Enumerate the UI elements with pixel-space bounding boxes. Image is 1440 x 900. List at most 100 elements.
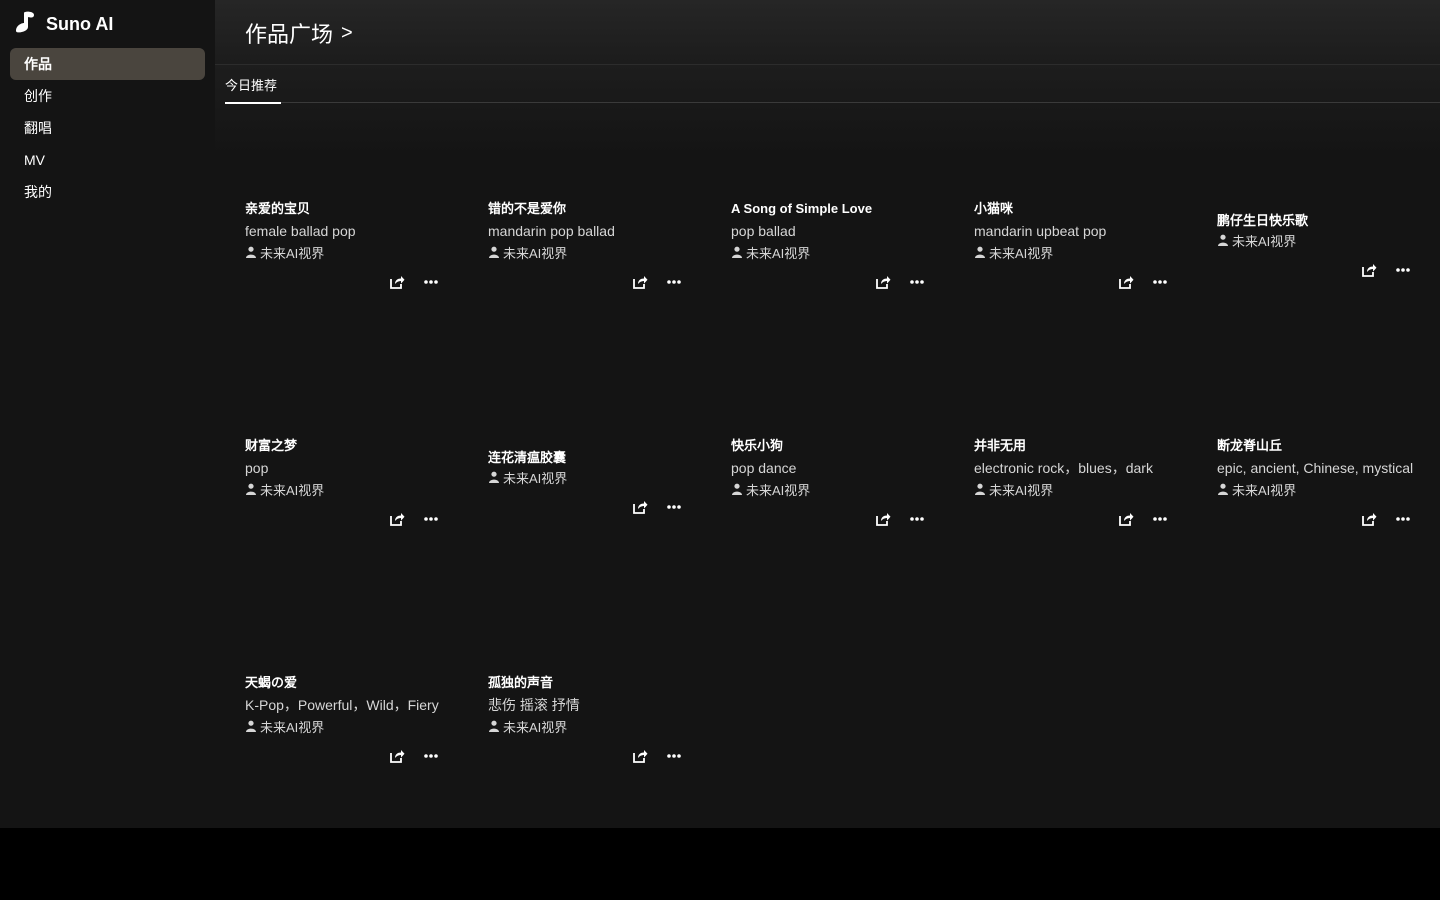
song-author[interactable]: 未来AI视界	[245, 481, 455, 501]
author-name: 未来AI视界	[503, 720, 568, 735]
more-icon[interactable]	[421, 746, 441, 766]
song-card[interactable]: 财富之梦 pop 未来AI视界	[245, 437, 455, 531]
song-title[interactable]: 断龙脊山丘	[1217, 437, 1427, 455]
user-icon	[1217, 232, 1229, 252]
share-icon[interactable]	[387, 272, 407, 292]
card-actions	[488, 497, 698, 519]
more-icon[interactable]	[907, 272, 927, 292]
song-card[interactable]: 亲爱的宝贝 female ballad pop 未来AI视界	[245, 200, 455, 294]
share-icon[interactable]	[387, 509, 407, 529]
song-author[interactable]: 未来AI视界	[488, 718, 698, 738]
suno-logo-icon	[12, 9, 38, 40]
sidebar-item-cover[interactable]: 翻唱	[10, 112, 205, 144]
user-icon	[974, 481, 986, 501]
author-name: 未来AI视界	[989, 483, 1054, 498]
sidebar-item-mine[interactable]: 我的	[10, 176, 205, 208]
user-icon	[245, 244, 257, 264]
song-author[interactable]: 未来AI视界	[245, 718, 455, 738]
sidebar-item-create[interactable]: 创作	[10, 80, 205, 112]
song-card[interactable]: 天蝎の爱 K-Pop，Powerful，Wild，Fiery 未来AI视界	[245, 674, 455, 768]
song-tags: mandarin pop ballad	[488, 223, 615, 239]
song-title[interactable]: 并非无用	[974, 437, 1184, 455]
share-icon[interactable]	[630, 497, 650, 517]
share-icon[interactable]	[387, 746, 407, 766]
song-title[interactable]: 亲爱的宝贝	[245, 200, 455, 218]
song-tags: pop ballad	[731, 223, 796, 239]
song-author[interactable]: 未来AI视界	[731, 481, 941, 501]
song-author[interactable]: 未来AI视界	[1217, 232, 1427, 252]
song-card[interactable]: 连花清瘟胶囊未来AI视界	[488, 449, 698, 519]
song-author[interactable]: 未来AI视界	[245, 244, 455, 264]
share-icon[interactable]	[630, 746, 650, 766]
sidebar-item-works[interactable]: 作品	[10, 48, 205, 80]
song-card[interactable]: 错的不是爱你 mandarin pop ballad 未来AI视界	[488, 200, 698, 294]
author-name: 未来AI视界	[260, 246, 325, 261]
song-tags: pop	[245, 460, 269, 476]
card-actions	[731, 509, 941, 531]
author-name: 未来AI视界	[503, 471, 568, 486]
song-author[interactable]: 未来AI视界	[1217, 481, 1427, 501]
logo[interactable]: Suno AI	[12, 10, 113, 38]
user-icon	[488, 244, 500, 264]
song-author[interactable]: 未来AI视界	[974, 481, 1184, 501]
author-name: 未来AI视界	[746, 483, 811, 498]
share-icon[interactable]	[1116, 272, 1136, 292]
more-icon[interactable]	[421, 509, 441, 529]
song-title[interactable]: 鹏仔生日快乐歌	[1217, 212, 1427, 230]
share-icon[interactable]	[1359, 509, 1379, 529]
song-card[interactable]: 快乐小狗 pop dance 未来AI视界	[731, 437, 941, 531]
share-icon[interactable]	[873, 272, 893, 292]
more-icon[interactable]	[907, 509, 927, 529]
song-tags: mandarin upbeat pop	[974, 223, 1107, 239]
card-actions	[245, 272, 455, 294]
share-icon[interactable]	[1116, 509, 1136, 529]
card-actions	[1217, 509, 1427, 531]
more-icon[interactable]	[1393, 260, 1413, 280]
song-card[interactable]: 并非无用 electronic rock，blues，dark 未来AI视界	[974, 437, 1184, 531]
song-author[interactable]: 未来AI视界	[974, 244, 1184, 264]
user-icon	[974, 244, 986, 264]
song-card[interactable]: 小猫咪 mandarin upbeat pop 未来AI视界	[974, 200, 1184, 294]
share-icon[interactable]	[873, 509, 893, 529]
song-card[interactable]: 鹏仔生日快乐歌 未来AI视界	[1217, 212, 1427, 282]
song-title[interactable]: 天蝎の爱	[245, 674, 455, 692]
more-icon[interactable]	[1150, 509, 1170, 529]
sidebar-item-mv[interactable]: MV	[10, 144, 205, 176]
author-name: 未来AI视界	[989, 246, 1054, 261]
song-title[interactable]: 小猫咪	[974, 200, 1184, 218]
song-title[interactable]: 孤独的声音	[488, 674, 698, 692]
song-title[interactable]: 财富之梦	[245, 437, 455, 455]
sidebar-nav: 作品 创作 翻唱 MV 我的	[10, 48, 205, 208]
author-name: 未来AI视界	[260, 483, 325, 498]
card-actions	[245, 509, 455, 531]
user-icon	[488, 469, 500, 489]
song-tags: electronic rock，blues，dark	[974, 460, 1153, 476]
author-name: 未来AI视界	[1232, 483, 1297, 498]
song-title[interactable]: 错的不是爱你	[488, 200, 698, 218]
user-icon	[488, 718, 500, 738]
song-card[interactable]: A Song of Simple Love pop ballad 未来AI视界	[731, 200, 941, 294]
card-grid: 亲爱的宝贝 female ballad pop 未来AI视界 错的不是爱你 mandar…	[215, 0, 1440, 828]
song-tags: pop dance	[731, 460, 797, 476]
more-icon[interactable]	[664, 746, 684, 766]
more-icon[interactable]	[421, 272, 441, 292]
card-actions	[245, 746, 455, 768]
song-author[interactable]: 未来AI视界	[488, 244, 698, 264]
card-actions	[974, 509, 1184, 531]
song-author[interactable]: 未来AI视界	[488, 469, 698, 489]
song-title[interactable]: 快乐小狗	[731, 437, 941, 455]
more-icon[interactable]	[664, 272, 684, 292]
share-icon[interactable]	[1359, 260, 1379, 280]
song-title[interactable]: 连花清瘟胶囊	[488, 449, 698, 467]
song-author[interactable]: 未来AI视界	[731, 244, 941, 264]
card-actions	[488, 272, 698, 294]
more-icon[interactable]	[1150, 272, 1170, 292]
song-title[interactable]: A Song of Simple Love	[731, 200, 941, 218]
song-tags: K-Pop，Powerful，Wild，Fiery	[245, 697, 439, 713]
share-icon[interactable]	[630, 272, 650, 292]
song-tags: 悲伤 摇滚 抒情	[488, 697, 580, 713]
song-card[interactable]: 孤独的声音悲伤 摇滚 抒情 未来AI视界	[488, 674, 698, 768]
more-icon[interactable]	[1393, 509, 1413, 529]
more-icon[interactable]	[664, 497, 684, 517]
song-card[interactable]: 断龙脊山丘 epic, ancient, Chinese, mystical 未来A…	[1217, 437, 1427, 531]
